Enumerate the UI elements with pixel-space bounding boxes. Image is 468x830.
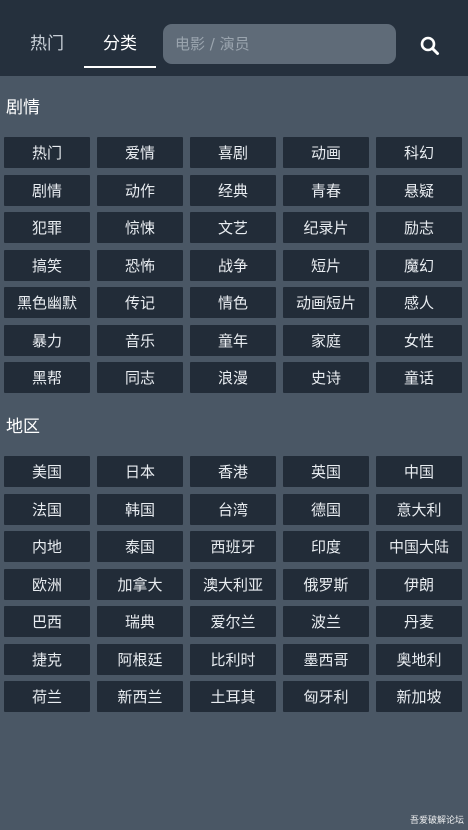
category-tag[interactable]: 欧洲 <box>4 568 90 600</box>
category-tag[interactable]: 短片 <box>283 249 369 281</box>
category-tag[interactable]: 阿根廷 <box>97 643 183 675</box>
category-tag[interactable]: 俄罗斯 <box>283 568 369 600</box>
category-tag[interactable]: 恐怖 <box>97 249 183 281</box>
category-tag[interactable]: 德国 <box>283 493 369 525</box>
category-tag[interactable]: 土耳其 <box>190 681 276 712</box>
category-tag[interactable]: 纪录片 <box>283 212 369 243</box>
category-tag[interactable]: 感人 <box>376 287 462 318</box>
category-tag[interactable]: 童年 <box>190 324 276 356</box>
category-tag[interactable]: 美国 <box>4 456 90 487</box>
top-bar: 热门 分类 <box>0 0 468 76</box>
category-tag[interactable]: 爱情 <box>97 137 183 168</box>
category-tag[interactable]: 青春 <box>283 174 369 206</box>
category-tag[interactable]: 波兰 <box>283 606 369 637</box>
category-tag[interactable]: 童话 <box>376 362 462 393</box>
category-tag[interactable]: 情色 <box>190 287 276 318</box>
category-tag[interactable]: 音乐 <box>97 324 183 356</box>
category-tag[interactable]: 战争 <box>190 249 276 281</box>
search-button[interactable] <box>416 32 444 60</box>
category-tag[interactable]: 日本 <box>97 456 183 487</box>
category-tag[interactable]: 剧情 <box>4 174 90 206</box>
category-tag[interactable]: 爱尔兰 <box>190 606 276 637</box>
category-tag[interactable]: 韩国 <box>97 493 183 525</box>
category-tag[interactable]: 动作 <box>97 174 183 206</box>
region-tag-grid: 美国 日本 香港 英国 中国法国 韩国 台湾 德国 意大利内地 泰国 西班牙 印度 中国大陆欧洲 加拿大澳… <box>4 456 464 712</box>
category-tag[interactable]: 经典 <box>190 174 276 206</box>
category-tag[interactable]: 丹麦 <box>376 606 462 637</box>
category-tag[interactable]: 台湾 <box>190 493 276 525</box>
category-tag[interactable]: 传记 <box>97 287 183 318</box>
category-tag[interactable]: 意大利 <box>376 493 462 525</box>
active-tab-indicator <box>84 66 156 68</box>
category-tag[interactable]: 匈牙利 <box>283 681 369 712</box>
category-tag[interactable]: 魔幻 <box>376 249 462 281</box>
category-tag[interactable]: 法国 <box>4 493 90 525</box>
category-tag[interactable]: 动画短片 <box>283 287 369 318</box>
category-tag[interactable]: 内地 <box>4 531 90 562</box>
category-tag[interactable]: 瑞典 <box>97 606 183 637</box>
category-tag[interactable]: 热门 <box>4 137 90 168</box>
category-tag[interactable]: 励志 <box>376 212 462 243</box>
category-tag[interactable]: 黑帮 <box>4 362 90 393</box>
category-tag[interactable]: 暴力 <box>4 324 90 356</box>
category-tag[interactable]: 喜剧 <box>190 137 276 168</box>
category-tag[interactable]: 加拿大 <box>97 568 183 600</box>
category-tag[interactable]: 黑色幽默 <box>4 287 90 318</box>
category-tag[interactable]: 巴西 <box>4 606 90 637</box>
category-tag[interactable]: 中国 <box>376 456 462 487</box>
category-tag[interactable]: 史诗 <box>283 362 369 393</box>
category-tag[interactable]: 科幻 <box>376 137 462 168</box>
category-tag[interactable]: 新西兰 <box>97 681 183 712</box>
category-tag[interactable]: 荷兰 <box>4 681 90 712</box>
category-tag[interactable]: 西班牙 <box>190 531 276 562</box>
search-input[interactable] <box>163 24 396 64</box>
category-tag[interactable]: 香港 <box>190 456 276 487</box>
category-tag[interactable]: 家庭 <box>283 324 369 356</box>
category-tag[interactable]: 浪漫 <box>190 362 276 393</box>
category-tag[interactable]: 新加坡 <box>376 681 462 712</box>
tab-hot[interactable]: 热门 <box>18 28 76 60</box>
category-tag[interactable]: 动画 <box>283 137 369 168</box>
category-tag[interactable]: 英国 <box>283 456 369 487</box>
category-tag[interactable]: 奥地利 <box>376 643 462 675</box>
category-tag[interactable]: 比利时 <box>190 643 276 675</box>
section-title-genre: 剧情 <box>6 98 40 118</box>
watermark-text: 吾爱破解论坛 <box>409 816 464 826</box>
category-tag[interactable]: 伊朗 <box>376 568 462 600</box>
tab-category[interactable]: 分类 <box>84 28 156 60</box>
category-tag[interactable]: 女性 <box>376 324 462 356</box>
category-tag[interactable]: 澳大利亚 <box>190 568 276 600</box>
category-tag[interactable]: 文艺 <box>190 212 276 243</box>
category-tag[interactable]: 犯罪 <box>4 212 90 243</box>
category-tag[interactable]: 悬疑 <box>376 174 462 206</box>
section-title-region: 地区 <box>6 417 40 437</box>
category-tag[interactable]: 捷克 <box>4 643 90 675</box>
category-tag[interactable]: 泰国 <box>97 531 183 562</box>
category-tag[interactable]: 惊悚 <box>97 212 183 243</box>
category-tag[interactable]: 同志 <box>97 362 183 393</box>
category-tag[interactable]: 印度 <box>283 531 369 562</box>
category-tag[interactable]: 墨西哥 <box>283 643 369 675</box>
genre-tag-grid: 热门 爱情 喜剧 动画 科幻剧情 动作 经典 青春 悬疑犯罪 惊悚 文艺 纪录片 励志搞笑 恐怖 战争 短片魔… <box>4 137 464 393</box>
search-icon <box>420 36 439 55</box>
category-tag[interactable]: 中国大陆 <box>376 531 462 562</box>
category-tag[interactable]: 搞笑 <box>4 249 90 281</box>
